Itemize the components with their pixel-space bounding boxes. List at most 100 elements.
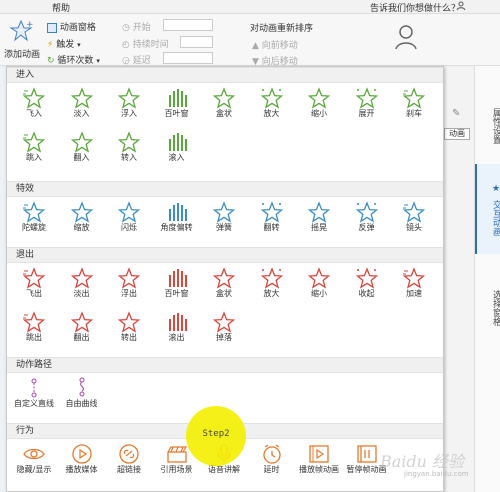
star-effect-icon (299, 87, 339, 109)
exit-effect-6[interactable]: 缩小 (299, 267, 339, 299)
action-effect-6[interactable]: 播放帧动画 (299, 443, 339, 475)
emphasis-effect-8[interactable]: 镜头 (394, 201, 434, 233)
enter-effect-10[interactable]: 翻入 (62, 131, 102, 163)
enter-effect-12[interactable]: 滚入 (157, 131, 197, 163)
exit-effect-0[interactable]: 飞出 (14, 267, 54, 299)
exit-effect-5[interactable]: 放大 (252, 267, 292, 299)
star-effect-icon (62, 267, 102, 289)
star-effect-icon (14, 311, 54, 333)
timer-icon: ◴ (122, 40, 130, 50)
up-arrow-icon: ▲ (252, 41, 259, 51)
effect-label: 引用场景 (160, 465, 193, 474)
exit-effect-8[interactable]: 加速 (394, 267, 434, 299)
tab-interactive-animation[interactable]: 交互动画 (475, 200, 500, 236)
action-effect-5[interactable]: 延时 (252, 443, 292, 475)
exit-effect-4[interactable]: 盒状 (204, 267, 244, 299)
effect-label: 放大 (263, 289, 280, 298)
enter-effect-3[interactable]: 百叶窗 (157, 87, 197, 119)
menu-bar: 帮助 告诉我们你想做什么？ (0, 0, 500, 14)
trigger-button[interactable]: ⚡ 触发 ▾ (47, 37, 81, 50)
section-header-path: 动作路径 (7, 357, 443, 373)
pane-icon (47, 22, 57, 33)
help-menu[interactable]: 帮助 (52, 1, 70, 14)
exit-effect-7[interactable]: 收起 (347, 267, 387, 299)
effect-label: 自定义直线 (14, 399, 54, 408)
star-effect-icon (62, 87, 102, 109)
emphasis-effect-3[interactable]: 角度偏转 (157, 201, 197, 233)
exit-effect-9[interactable]: 跳出 (14, 311, 54, 343)
star-effect-icon (204, 267, 244, 289)
emphasis-effect-0[interactable]: 陀螺旋 (14, 201, 54, 233)
effect-label: 收起 (358, 289, 375, 298)
enter-effect-8[interactable]: 刹车 (394, 87, 434, 119)
delay-input[interactable] (163, 52, 213, 64)
tell-me-search[interactable]: 告诉我们你想做什么？ (370, 1, 460, 14)
exit-effect-3[interactable]: 百叶窗 (157, 267, 197, 299)
effect-label: 翻出 (73, 333, 90, 342)
enter-effect-5[interactable]: 放大 (252, 87, 292, 119)
action-effect-0[interactable]: 隐藏/显示 (14, 443, 54, 475)
user-avatar-icon[interactable] (394, 24, 418, 53)
emphasis-effect-2[interactable]: 闪烁 (109, 201, 149, 233)
star-effect-icon (299, 201, 339, 223)
action-effect-1[interactable]: 播放媒体 (62, 443, 102, 475)
exit-effect-10[interactable]: 翻出 (62, 311, 102, 343)
animation-pane-button[interactable]: 动画窗格 (47, 20, 96, 33)
motion-path-icon (14, 377, 54, 399)
emphasis-effect-4[interactable]: 弹簧 (204, 201, 244, 233)
star-effect-icon (62, 131, 102, 153)
exit-effect-1[interactable]: 淡出 (62, 267, 102, 299)
effect-label: 翻入 (73, 153, 90, 162)
star-effect-icon (252, 201, 292, 223)
star-effect-icon (252, 267, 292, 289)
star-effect-icon (62, 201, 102, 223)
enter-effect-4[interactable]: 盒状 (204, 87, 244, 119)
enter-effect-6[interactable]: 缩小 (299, 87, 339, 119)
tab-selection-pane[interactable]: 选择窗格 (475, 290, 500, 326)
enter-effect-2[interactable]: 浮入 (109, 87, 149, 119)
enter-effect-7[interactable]: 展开 (347, 87, 387, 119)
effect-label: 跳入 (26, 153, 42, 162)
hyperlink-icon (109, 443, 149, 465)
exit-effect-11[interactable]: 转出 (109, 311, 149, 343)
enter-effect-11[interactable]: 转入 (109, 131, 149, 163)
duration-input[interactable] (180, 36, 213, 48)
effect-label: 跳出 (26, 333, 42, 342)
path-effect-1[interactable]: 自由曲线 (62, 377, 102, 409)
emphasis-effect-7[interactable]: 反弹 (347, 201, 387, 233)
action-effect-2[interactable]: 超链接 (109, 443, 149, 475)
svg-text:+: + (26, 20, 34, 30)
path-effect-0[interactable]: 自定义直线 (14, 377, 54, 409)
effect-label: 盒状 (216, 109, 232, 118)
effect-label: 缩小 (311, 289, 327, 298)
exit-effect-2[interactable]: 浮出 (109, 267, 149, 299)
effect-label: 自由曲线 (65, 399, 98, 408)
emphasis-effect-6[interactable]: 摇晃 (299, 201, 339, 233)
clock-icon: ◷ (122, 23, 130, 33)
exit-effect-12[interactable]: 滚出 (157, 311, 197, 343)
enter-effect-1[interactable]: 淡入 (62, 87, 102, 119)
motion-path-icon (62, 377, 102, 399)
section-header-emphasis: 特效 (7, 181, 443, 197)
repeat-button[interactable]: ↻ 循环次数 ▾ (47, 53, 100, 66)
edit-pencil-icon[interactable]: ✎ (452, 108, 460, 119)
effect-label: 镜头 (406, 223, 422, 232)
effect-label: 角度偏转 (160, 223, 193, 232)
star-effect-icon (394, 267, 434, 289)
emphasis-effect-5[interactable]: 翻转 (252, 201, 292, 233)
effect-label: 飞入 (26, 109, 42, 118)
enter-effect-9[interactable]: 跳入 (14, 131, 54, 163)
emphasis-effect-1[interactable]: 缩放 (62, 201, 102, 233)
move-earlier-button[interactable]: ▲ 向前移动 (252, 38, 298, 51)
animation-tag[interactable]: 动画 (444, 128, 470, 140)
star-effect-icon (157, 311, 197, 333)
side-tab-pane: 属性设置 ★ 交互动画 选择窗格 (474, 66, 500, 492)
star-effect-icon (157, 201, 197, 223)
star-effect-icon (157, 267, 197, 289)
exit-effect-13[interactable]: 掉落 (204, 311, 244, 343)
user-account-icon[interactable] (456, 1, 466, 14)
enter-effect-0[interactable]: 飞入 (14, 87, 54, 119)
add-animation-button[interactable]: + 添加动画 (4, 19, 40, 60)
tab-property-settings[interactable]: 属性设置 (475, 108, 500, 144)
start-dropdown[interactable] (163, 19, 213, 31)
